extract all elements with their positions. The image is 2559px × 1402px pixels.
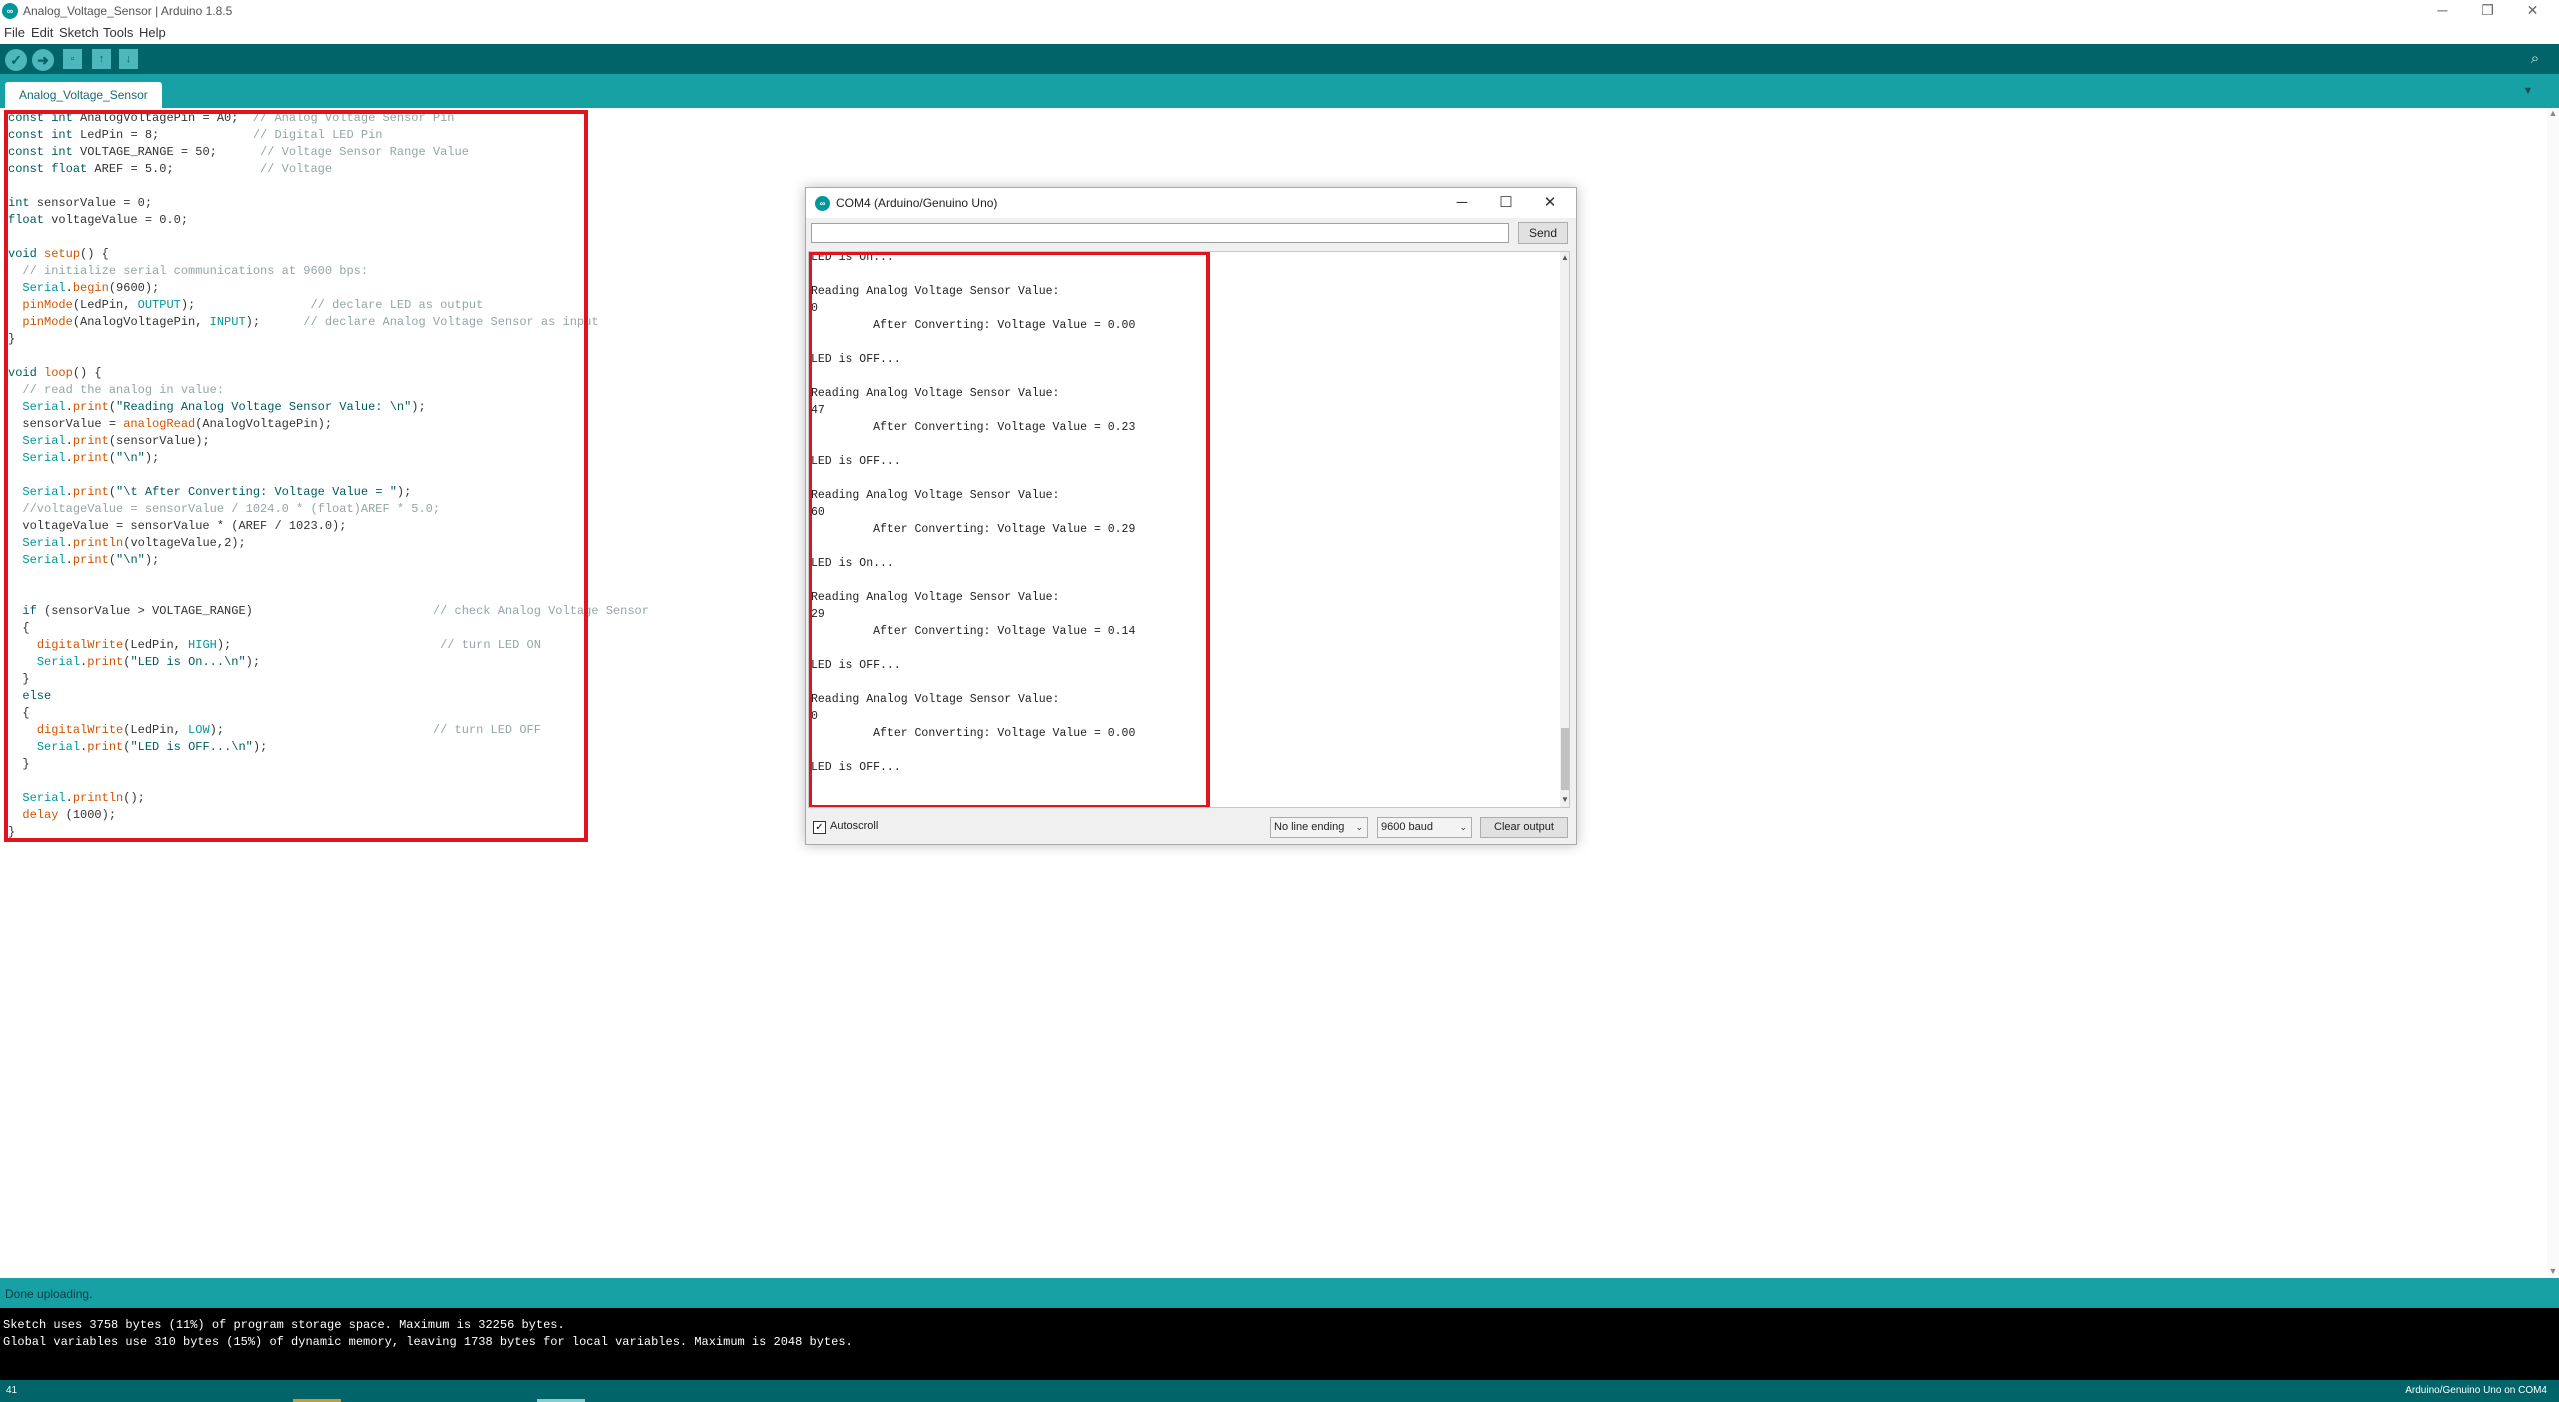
status-message: Done uploading. <box>5 1287 93 1301</box>
serial-monitor-window: ∞ COM4 (Arduino/Genuino Uno) ─ ☐ ✕ Send … <box>805 187 1577 845</box>
arduino-logo-icon: ∞ <box>2 3 18 19</box>
maximize-icon[interactable]: ☐ <box>1484 190 1528 216</box>
serial-monitor-button[interactable]: ⌕ <box>2524 49 2546 69</box>
magnifier-icon: ⌕ <box>2530 50 2540 67</box>
tab-menu-icon[interactable]: ▼ <box>2518 83 2538 99</box>
arduino-logo-icon: ∞ <box>815 196 830 211</box>
menu-help[interactable]: Help <box>139 25 166 40</box>
clear-output-button[interactable]: Clear output <box>1480 817 1568 838</box>
menu-bar: File Edit Sketch Tools Help <box>0 22 2559 44</box>
scroll-up-icon[interactable]: ▲ <box>1560 253 1569 262</box>
serial-output-scrollbar[interactable]: ▲ ▼ <box>1560 252 1569 807</box>
arrow-down-icon: ↓ <box>125 53 132 65</box>
new-file-icon: ▫ <box>70 53 75 65</box>
tab-analog-voltage-sensor[interactable]: Analog_Voltage_Sensor <box>5 82 162 108</box>
scroll-down-icon[interactable]: ▼ <box>1560 795 1569 804</box>
serial-output[interactable]: LED is On... Reading Analog Voltage Sens… <box>808 251 1570 808</box>
check-icon: ✓ <box>10 52 22 68</box>
autoscroll-checkbox[interactable]: ✓ <box>813 821 826 834</box>
scroll-down-icon[interactable]: ▼ <box>2547 1266 2559 1276</box>
save-button[interactable]: ↓ <box>119 49 138 69</box>
menu-sketch[interactable]: Sketch <box>59 25 99 40</box>
chevron-down-icon: ⌄ <box>1459 822 1467 832</box>
minimize-icon[interactable]: ─ <box>1440 190 1484 216</box>
console-line: Sketch uses 3758 bytes (11%) of program … <box>3 1318 565 1332</box>
autoscroll-label: Autoscroll <box>830 820 879 832</box>
status-bar: Done uploading. <box>0 1278 2559 1308</box>
serial-input[interactable] <box>811 223 1509 243</box>
code-highlight-box <box>4 110 588 842</box>
menu-edit[interactable]: Edit <box>31 25 53 40</box>
console-text: Sketch uses 3758 bytes (11%) of program … <box>3 1317 853 1351</box>
menu-tools[interactable]: Tools <box>103 25 133 40</box>
line-ending-select[interactable]: No line ending ⌄ <box>1270 817 1368 838</box>
arrow-right-icon: ➜ <box>37 52 49 68</box>
serial-monitor-title: COM4 (Arduino/Genuino Uno) <box>836 196 998 210</box>
chevron-down-icon: ⌄ <box>1355 822 1363 832</box>
open-button[interactable]: ↑ <box>92 49 111 69</box>
serial-monitor-footer: ✓ Autoscroll No line ending ⌄ 9600 baud … <box>806 812 1576 844</box>
new-button[interactable]: ▫ <box>63 49 82 69</box>
send-button[interactable]: Send <box>1518 222 1568 244</box>
bottom-status-bar: 41 Arduino/Genuino Uno on COM4 <box>0 1380 2559 1402</box>
tab-bar: Analog_Voltage_Sensor ▼ <box>0 74 2559 108</box>
toolbar: ✓ ➜ ▫ ↑ ↓ ⌕ <box>0 44 2559 74</box>
window-title-bar: ∞ Analog_Voltage_Sensor | Arduino 1.8.5 … <box>0 0 2559 22</box>
menu-file[interactable]: File <box>4 25 25 40</box>
restore-icon[interactable]: ❐ <box>2465 0 2510 22</box>
close-icon[interactable]: ✕ <box>2510 0 2555 22</box>
minimize-icon[interactable]: ─ <box>2420 0 2465 22</box>
board-info: Arduino/Genuino Uno on COM4 <box>2405 1385 2547 1396</box>
baud-rate-select[interactable]: 9600 baud ⌄ <box>1377 817 1472 838</box>
console-output[interactable]: Sketch uses 3758 bytes (11%) of program … <box>0 1308 2559 1380</box>
arrow-up-icon: ↑ <box>98 53 105 65</box>
console-line: Global variables use 310 bytes (15%) of … <box>3 1335 853 1349</box>
editor-scrollbar[interactable]: ▲ ▼ <box>2547 108 2559 1278</box>
baud-rate-value: 9600 baud <box>1381 821 1433 833</box>
window-title: Analog_Voltage_Sensor | Arduino 1.8.5 <box>23 4 233 18</box>
output-highlight-box <box>809 252 1210 807</box>
check-icon: ✓ <box>815 822 824 833</box>
verify-button[interactable]: ✓ <box>5 49 27 71</box>
line-number: 41 <box>6 1385 18 1396</box>
serial-monitor-title-bar: ∞ COM4 (Arduino/Genuino Uno) ─ ☐ ✕ <box>806 188 1576 218</box>
line-ending-value: No line ending <box>1274 821 1345 833</box>
scroll-thumb[interactable] <box>1561 728 1569 790</box>
close-icon[interactable]: ✕ <box>1528 190 1572 216</box>
upload-button[interactable]: ➜ <box>32 49 54 71</box>
scroll-up-icon[interactable]: ▲ <box>2547 108 2559 118</box>
